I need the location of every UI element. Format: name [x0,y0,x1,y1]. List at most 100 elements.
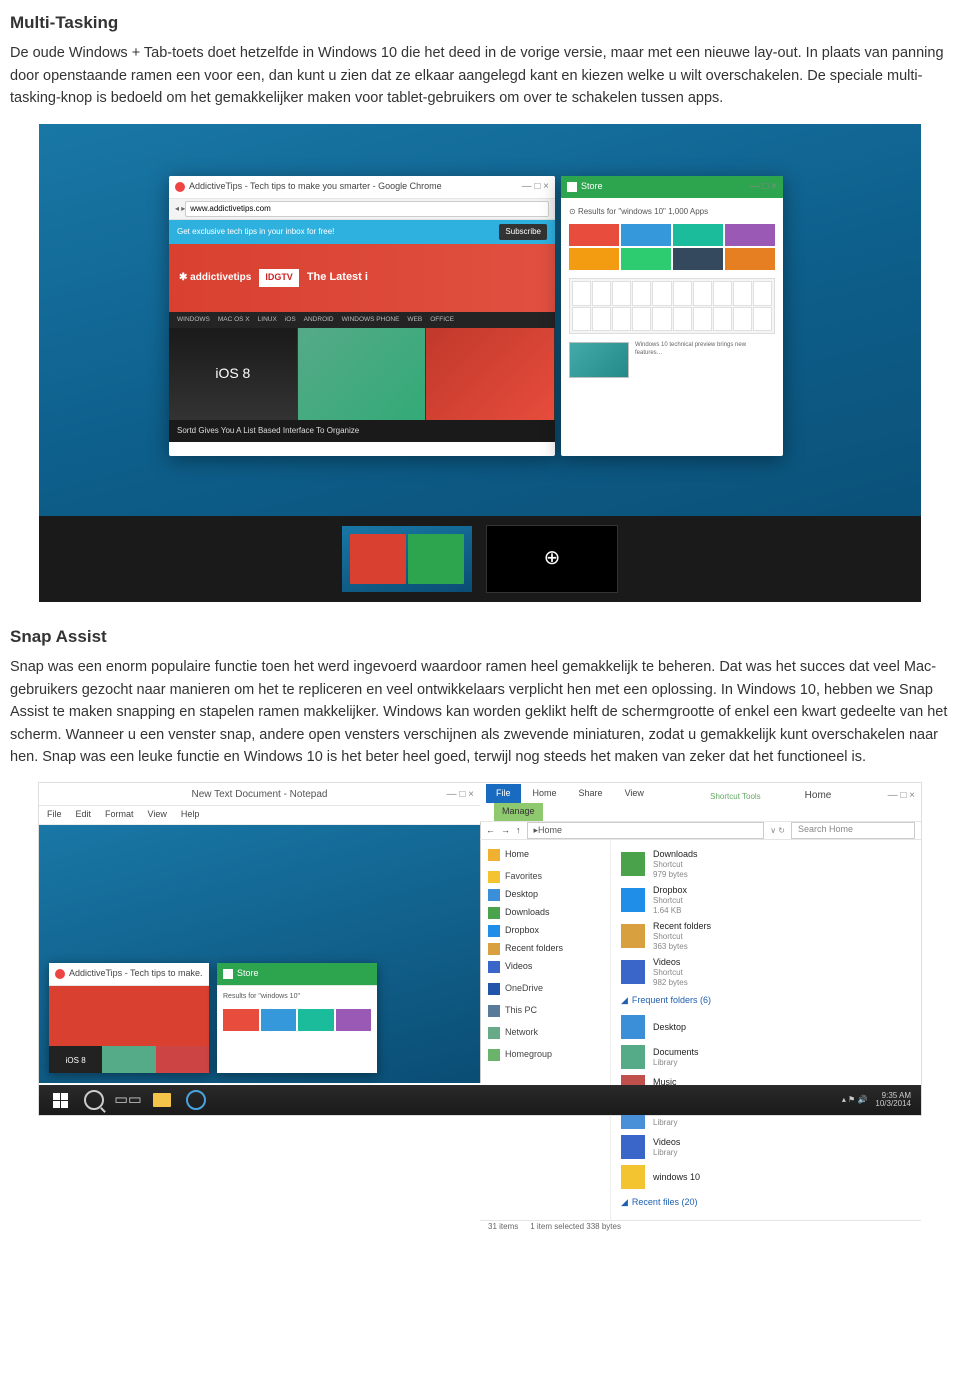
window-controls[interactable]: — □ × [888,788,915,804]
snap-thumbnail-chrome[interactable]: AddictiveTips - Tech tips to make... iOS… [49,963,209,1073]
promo-banner: Get exclusive tech tips in your inbox fo… [169,220,555,244]
window-controls[interactable]: — □ × [750,179,777,195]
file-item[interactable]: DownloadsShortcut979 bytes [621,846,911,882]
homegroup-icon [488,1049,500,1061]
explorer-nav-pane[interactable]: Home Favorites Desktop Downloads Dropbox… [480,840,611,1220]
desktop-thumbnail[interactable] [342,526,472,592]
window-controls[interactable]: — □ × [522,179,549,195]
folder-icon [621,1135,645,1159]
snap-thumbnail-store[interactable]: Store Results for "windows 10" [217,963,377,1073]
taskbar-ie[interactable] [179,1087,213,1113]
tab-share[interactable]: Share [569,784,613,804]
taskbar[interactable]: ▭▭ ▴ ⚑ 🔊 9:35 AM10/3/2014 [39,1085,921,1115]
folder-icon [621,960,645,984]
folder-icon [153,1093,171,1107]
keyboard-preview [569,278,775,334]
pc-icon [488,1005,500,1017]
paragraph-snapassist: Snap was een enorm populaire functie toe… [10,656,950,768]
favicon-icon [55,969,65,979]
virtual-desktops-bar[interactable]: ⊕ [39,516,921,602]
folder-icon [621,1045,645,1069]
site-logo: ✱ addictivetips [179,270,251,286]
tab-view[interactable]: View [615,784,654,804]
folder-icon [621,924,645,948]
file-item[interactable]: DropboxShortcut1.64 KB [621,882,911,918]
url-input[interactable] [185,201,549,217]
heading-snapassist: Snap Assist [10,624,950,650]
paragraph-multitasking: De oude Windows + Tab-toets doet hetzelf… [10,42,950,109]
search-icon [84,1090,104,1110]
file-item[interactable]: windows 10 [621,1162,911,1192]
window-store[interactable]: Store — □ × ⊙ Results for "windows 10" 1,… [561,176,783,456]
home-icon [488,849,500,861]
desktop-icon [488,889,500,901]
star-icon [488,871,500,883]
search-input[interactable]: Search Home [791,822,915,839]
taskview-button[interactable]: ▭▭ [111,1087,145,1113]
window-explorer[interactable]: File Home Share View Shortcut Tools Home… [480,783,921,1083]
nav-forward-icon[interactable]: → [501,824,510,838]
ribbon-tabs[interactable]: File Home Share View Shortcut Tools Home… [480,783,921,803]
explorer-content[interactable]: DownloadsShortcut979 bytes DropboxShortc… [611,840,921,1220]
screenshot-snapassist: New Text Document - Notepad — □ × FileEdi… [38,782,922,1116]
tab-manage[interactable]: Manage [494,803,543,821]
file-item[interactable]: Desktop [621,1012,911,1042]
store-icon [567,182,577,192]
subscribe-button[interactable]: Subscribe [499,224,547,240]
heading-multitasking: Multi-Tasking [10,10,950,36]
nav-up-icon[interactable]: ↑ [516,824,521,838]
screenshot-taskview: AddictiveTips - Tech tips to make you sm… [39,124,921,602]
hero-headline: The Latest i [307,269,368,286]
snap-assist-area: AddictiveTips - Tech tips to make... iOS… [39,825,480,1083]
site-hero: ✱ addictivetips IDGTV The Latest i [169,244,555,312]
group-header[interactable]: ◢ Frequent folders (6) [621,994,911,1008]
folder-icon [621,1165,645,1189]
dropbox-icon [488,925,500,937]
folder-icon [621,1015,645,1039]
headline-strip: Sortd Gives You A List Based Interface T… [169,420,555,442]
context-label: Shortcut Tools [710,791,761,803]
start-button[interactable] [43,1087,77,1113]
videos-icon [488,961,500,973]
nav-back-icon[interactable]: ← [486,824,495,838]
dropbox-icon [621,888,645,912]
tile-article[interactable] [298,328,427,420]
onedrive-icon [488,983,500,995]
app-description: Windows 10 technical preview brings new … [569,342,775,378]
search-button[interactable] [77,1087,111,1113]
file-item[interactable]: VideosLibrary [621,1132,911,1162]
breadcrumb[interactable]: ▸ Home [527,822,765,839]
folder-icon [621,852,645,876]
notepad-menu[interactable]: FileEditFormatViewHelp [39,806,480,825]
new-desktop-button[interactable]: ⊕ [486,525,618,593]
explorer-title: Home [805,788,832,804]
window-controls[interactable]: — □ × [447,787,474,803]
tile-ios8[interactable]: iOS 8 [169,328,298,420]
window-chrome[interactable]: AddictiveTips - Tech tips to make you sm… [169,176,555,456]
tab-home[interactable]: Home [523,784,567,804]
store-icon [223,969,233,979]
site-nav[interactable]: WINDOWSMAC OS XLINUXiOSANDROIDWINDOWS PH… [169,312,555,328]
app-tiles[interactable] [569,224,775,270]
article-tiles[interactable]: iOS 8 [169,328,555,420]
chrome-title: AddictiveTips - Tech tips to make you sm… [189,180,518,194]
group-header[interactable]: ◢ Recent files (20) [621,1196,911,1210]
tab-file[interactable]: File [486,784,521,804]
status-bar: 31 items1 item selected 338 bytes [480,1220,921,1233]
network-icon [488,1027,500,1039]
window-notepad[interactable]: New Text Document - Notepad — □ × FileEdi… [39,783,480,1083]
file-item[interactable]: VideosShortcut982 bytes [621,954,911,990]
windows-logo-icon [53,1093,68,1108]
address-bar[interactable]: ◂ ▸ [169,199,555,220]
favicon-icon [175,182,185,192]
notepad-title: New Text Document - Notepad [192,787,328,803]
store-title: Store [581,180,746,194]
results-header: ⊙ Results for "windows 10" 1,000 Apps [569,206,775,218]
taskbar-explorer[interactable] [145,1087,179,1113]
system-tray[interactable]: ▴ ⚑ 🔊 9:35 AM10/3/2014 [842,1092,917,1110]
ie-icon [186,1090,206,1110]
recent-icon [488,943,500,955]
tile-article[interactable] [426,328,555,420]
file-item[interactable]: DocumentsLibrary [621,1042,911,1072]
file-item[interactable]: Recent foldersShortcut363 bytes [621,918,911,954]
